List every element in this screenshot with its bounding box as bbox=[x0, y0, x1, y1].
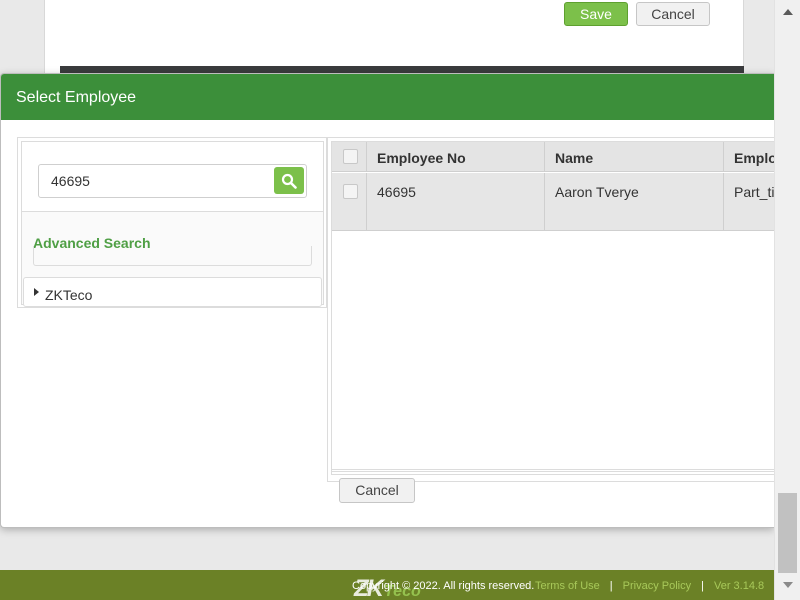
scroll-up-icon[interactable] bbox=[783, 9, 793, 15]
row-checkbox[interactable] bbox=[343, 184, 358, 199]
privacy-policy-link[interactable]: Privacy Policy bbox=[623, 580, 691, 592]
dialog-header: Select Employee bbox=[1, 74, 774, 120]
version-label: Ver 3.14.8 bbox=[713, 580, 765, 592]
grid-header: Employee No Name Employee Type bbox=[332, 142, 774, 172]
column-header-label: Employee Type bbox=[734, 150, 774, 166]
search-button[interactable] bbox=[274, 167, 304, 194]
department-tree: ZKTeco bbox=[23, 277, 322, 307]
copyright-text: Copyright © 2022. All rights reserved. bbox=[352, 580, 535, 592]
employee-grid: Employee No Name Employee Type 46695 Aar… bbox=[327, 137, 774, 482]
advanced-search-panel bbox=[33, 246, 312, 266]
search-area bbox=[22, 142, 323, 212]
footer-links: Terms of Use | Privacy Policy | Ver 3.14.8 bbox=[535, 580, 765, 592]
grid-footer-divider bbox=[331, 469, 774, 472]
department-panel: Advanced Search ZKTeco bbox=[17, 137, 327, 308]
scrollbar-thumb[interactable] bbox=[778, 493, 797, 573]
department-panel-inner: Advanced Search ZKTeco bbox=[21, 141, 324, 307]
column-header-name[interactable]: Name bbox=[545, 142, 724, 171]
header-select-all-cell bbox=[332, 142, 367, 171]
cell-text: Aaron Tverye bbox=[555, 184, 639, 200]
column-header-label: Employee No bbox=[377, 150, 466, 166]
page-scrollbar[interactable] bbox=[774, 0, 800, 600]
background-cancel-button[interactable]: Cancel bbox=[636, 2, 710, 26]
save-button[interactable]: Save bbox=[564, 2, 628, 26]
column-header-employee-type[interactable]: Employee Type bbox=[724, 142, 774, 171]
column-header-employee-no[interactable]: Employee No bbox=[367, 142, 545, 171]
select-employee-dialog: Select Employee Advanced Search ZKTeco bbox=[0, 73, 774, 528]
tree-expand-icon[interactable] bbox=[34, 288, 39, 296]
cell-text: Part_time bbox=[734, 184, 774, 200]
cell-employee-type: Part_time bbox=[724, 173, 774, 230]
tree-node-zkteco[interactable]: ZKTeco bbox=[45, 287, 92, 303]
select-all-checkbox[interactable] bbox=[343, 149, 358, 164]
terms-of-use-link[interactable]: Terms of Use bbox=[535, 580, 600, 592]
scroll-down-icon[interactable] bbox=[783, 582, 793, 588]
cell-name: Aaron Tverye bbox=[545, 173, 724, 230]
employee-grid-inner: Employee No Name Employee Type 46695 Aar… bbox=[331, 141, 774, 475]
cell-text: 46695 bbox=[377, 184, 416, 200]
row-select-cell bbox=[332, 173, 367, 230]
table-row[interactable]: 46695 Aaron Tverye Part_time bbox=[332, 173, 774, 231]
search-input[interactable] bbox=[38, 164, 307, 198]
dialog-cancel-button[interactable]: Cancel bbox=[339, 478, 415, 503]
page-footer: ZK Teco Copyright © 2022. All rights rese… bbox=[0, 570, 774, 600]
cell-employee-no: 46695 bbox=[367, 173, 545, 230]
column-header-label: Name bbox=[555, 150, 594, 166]
search-icon bbox=[281, 173, 297, 189]
dialog-title: Select Employee bbox=[16, 89, 137, 106]
